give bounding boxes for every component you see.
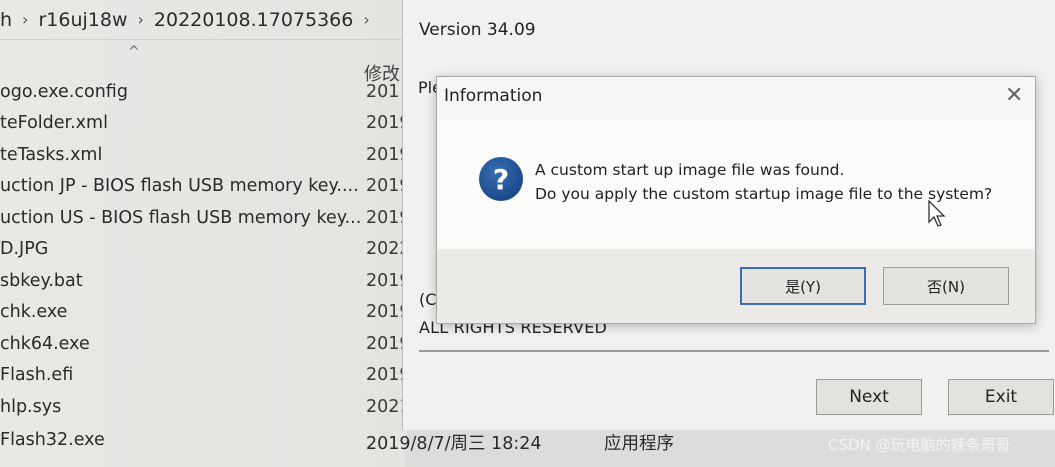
chevron-right-icon: › xyxy=(137,10,144,29)
file-row[interactable]: hlp.sys 2021 xyxy=(0,393,406,424)
file-name: teTasks.xml xyxy=(0,145,103,165)
dialog-footer: 是(Y) 否(N) xyxy=(437,249,1035,323)
exit-button[interactable]: Exit xyxy=(948,379,1054,415)
file-row[interactable]: Flash.efi 2019 xyxy=(0,361,406,392)
sort-arrow-icon: ^ xyxy=(128,44,140,60)
file-row[interactable]: ogo.exe.config 201 xyxy=(0,78,406,109)
breadcrumb-fragment[interactable]: h xyxy=(0,9,12,31)
breadcrumb-item[interactable]: 20220108.17075366 xyxy=(154,9,353,31)
file-name: ogo.exe.config xyxy=(0,82,128,102)
file-date: 2019/8/7/周三 18:24 xyxy=(366,434,542,454)
file-row[interactable]: uction JP - BIOS flash USB memory key...… xyxy=(0,172,406,203)
question-icon: ? xyxy=(479,157,523,201)
file-name: Flash32.exe xyxy=(0,430,105,450)
file-row[interactable]: D.JPG 2022 xyxy=(0,235,406,266)
dialog-message-line2: Do you apply the custom startup image fi… xyxy=(535,185,993,203)
file-name: chk64.exe xyxy=(0,334,90,354)
file-type: 应用程序 xyxy=(604,434,674,454)
file-name: uction US - BIOS flash USB memory key... xyxy=(0,208,362,228)
close-icon[interactable]: ✕ xyxy=(1005,85,1023,107)
dialog-body: ? A custom start up image file was found… xyxy=(437,121,1035,249)
divider xyxy=(419,350,1049,352)
file-date: 2019 xyxy=(366,145,406,165)
file-name: sbkey.bat xyxy=(0,271,83,291)
file-date: 2019 xyxy=(366,302,406,322)
file-date: 2021 xyxy=(366,397,406,417)
file-row[interactable]: sbkey.bat 2019 xyxy=(0,267,406,298)
file-row[interactable]: uction US - BIOS flash USB memory key...… xyxy=(0,204,406,235)
file-name: hlp.sys xyxy=(0,397,62,417)
watermark: CSDN @玩电脑的辣条哥哥 xyxy=(828,436,1011,454)
file-date: 2019 xyxy=(366,365,406,385)
chevron-right-icon: › xyxy=(22,10,29,29)
file-date: 2019 xyxy=(366,271,406,291)
file-explorer-window: h › r16uj18w › 20220108.17075366 › ^ 修改 … xyxy=(0,0,406,467)
file-name: uction JP - BIOS flash USB memory key...… xyxy=(0,176,359,196)
breadcrumb-item[interactable]: r16uj18w xyxy=(38,9,127,31)
file-row[interactable]: chk64.exe 2019 xyxy=(0,330,406,361)
file-date: 2019 xyxy=(366,208,406,228)
file-name: chk.exe xyxy=(0,302,68,322)
chevron-right-icon: › xyxy=(363,10,370,29)
file-date: 2022 xyxy=(366,239,406,259)
file-date: 2019 xyxy=(366,176,406,196)
file-date: 2019 xyxy=(366,113,406,133)
mouse-pointer-icon xyxy=(928,200,946,227)
file-row[interactable]: teFolder.xml 2019 xyxy=(0,109,406,140)
yes-button[interactable]: 是(Y) xyxy=(740,267,866,305)
file-name: Flash.efi xyxy=(0,365,74,385)
no-button[interactable]: 否(N) xyxy=(883,267,1009,305)
dialog-title: Information xyxy=(444,86,543,106)
breadcrumb: h › r16uj18w › 20220108.17075366 › xyxy=(0,0,406,40)
next-button[interactable]: Next xyxy=(816,379,922,415)
file-row[interactable]: teTasks.xml 2019 xyxy=(0,141,406,172)
version-label: Version 34.09 xyxy=(419,20,536,40)
dialog-message-line1: A custom start up image file was found. xyxy=(535,161,845,179)
file-row[interactable]: chk.exe 2019 xyxy=(0,298,406,329)
file-date: 201 xyxy=(366,82,400,102)
information-dialog: Information ✕ ? A custom start up image … xyxy=(436,76,1036,324)
file-date: 2019 xyxy=(366,334,406,354)
file-name: teFolder.xml xyxy=(0,113,108,133)
file-name: D.JPG xyxy=(0,239,49,259)
